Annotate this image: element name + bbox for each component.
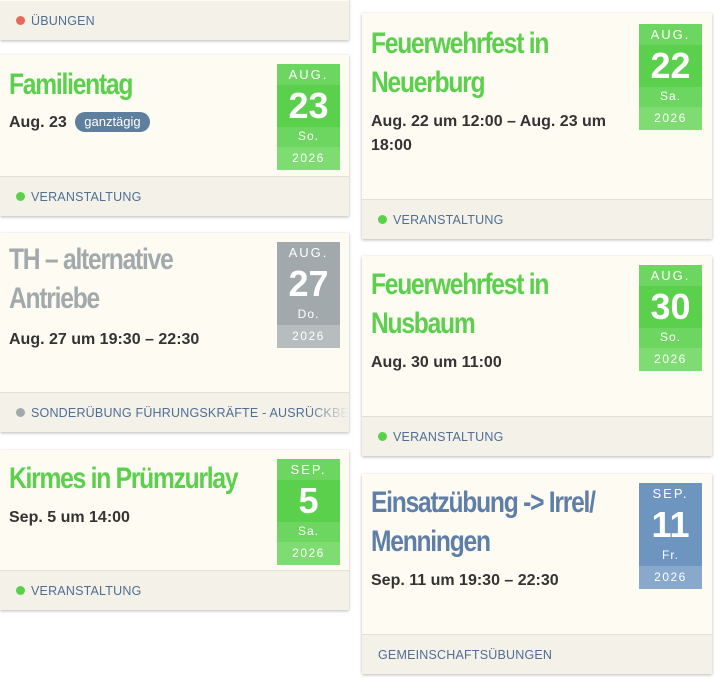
category-dot-icon — [16, 192, 25, 201]
event-title-line2: Antriebe — [9, 282, 100, 315]
category-link[interactable]: VERANSTALTUNG — [16, 584, 142, 598]
category-label: VERANSTALTUNG — [31, 584, 142, 598]
date-day: 5 — [277, 480, 340, 522]
event-title-line1: TH – alternative — [9, 243, 174, 276]
category-link[interactable]: VERANSTALTUNG — [378, 430, 504, 444]
card-footer: SONDERÜBUNG FÜHRUNGSKRÄFTE - AUSRÜCKBER — [0, 392, 349, 432]
date-year: 2026 — [639, 107, 702, 130]
event-date: Sep. 11 um 19:30 – 22:30 — [371, 572, 559, 589]
category-link[interactable]: SONDERÜBUNG FÜHRUNGSKRÄFTE - AUSRÜCKBER — [16, 406, 349, 420]
event-title[interactable]: TH – alternative Antriebe — [9, 240, 174, 318]
date-day: 11 — [639, 504, 702, 546]
event-date: Aug. 27 um 19:30 – 22:30 — [9, 331, 200, 348]
event-date-line1: Aug. 22 um 12:00 – Aug. 23 um — [371, 113, 607, 130]
date-weekday: Fr. — [639, 546, 702, 566]
event-title[interactable]: Feuerwehrfest in Nusbaum — [371, 265, 549, 343]
event-card-familientag[interactable]: Familientag Aug. 23 ganztägig AUG. 23 So… — [0, 55, 349, 216]
date-weekday: So. — [639, 328, 702, 348]
date-year: 2026 — [277, 542, 340, 565]
date-day: 23 — [277, 85, 340, 127]
card-footer: GEMEINSCHAFTSÜBUNGEN — [362, 634, 712, 674]
event-card-feuerwehrfest-neuerburg[interactable]: Feuerwehrfest in Neuerburg Aug. 22 um 12… — [362, 13, 712, 239]
event-title[interactable]: Kirmes in Prümzurlay — [9, 459, 239, 498]
category-link[interactable]: ÜBUNGEN — [16, 14, 95, 28]
event-title[interactable]: Einsatzübung -> Irrel/ Menningen — [371, 483, 596, 561]
category-dot-icon — [16, 586, 25, 595]
date-month: AUG. — [639, 265, 702, 286]
date-year: 2026 — [639, 566, 702, 589]
category-link[interactable]: VERANSTALTUNG — [378, 213, 504, 227]
category-label: SONDERÜBUNG FÜHRUNGSKRÄFTE - AUSRÜCKBER — [31, 406, 349, 420]
event-card-kirmes[interactable]: Kirmes in Prümzurlay Sep. 5 um 14:00 SEP… — [0, 450, 349, 610]
date-box: SEP. 11 Fr. 2026 — [639, 483, 702, 589]
category-label: VERANSTALTUNG — [31, 190, 142, 204]
card-footer: VERANSTALTUNG — [362, 416, 712, 456]
event-card-einsatzuebung[interactable]: Einsatzübung -> Irrel/ Menningen Sep. 11… — [362, 474, 712, 674]
card-footer: VERANSTALTUNG — [362, 199, 712, 239]
event-title-line1: Feuerwehrfest in — [371, 27, 549, 60]
date-box: AUG. 22 Sa. 2026 — [639, 24, 702, 130]
category-dot-icon — [16, 16, 25, 25]
event-date: Sep. 5 um 14:00 — [9, 509, 130, 526]
event-title[interactable]: Feuerwehrfest in Neuerburg — [371, 24, 549, 102]
all-day-badge: ganztägig — [75, 112, 150, 132]
date-year: 2026 — [277, 325, 340, 348]
category-label: VERANSTALTUNG — [393, 213, 504, 227]
event-card-th-alternative[interactable]: TH – alternative Antriebe Aug. 27 um 19:… — [0, 233, 349, 432]
date-day: 27 — [277, 263, 340, 305]
date-month: SEP. — [639, 483, 702, 504]
category-link[interactable]: VERANSTALTUNG — [16, 190, 142, 204]
category-label: ÜBUNGEN — [31, 14, 95, 28]
event-date-text: Aug. 23 ganztägig — [9, 111, 150, 135]
date-day: 22 — [639, 45, 702, 87]
category-link[interactable]: GEMEINSCHAFTSÜBUNGEN — [378, 648, 552, 662]
event-date-line2: 18:00 — [371, 137, 412, 154]
event-title-line1: Einsatzübung -> Irrel/ — [371, 486, 596, 519]
date-day: 30 — [639, 286, 702, 328]
event-title[interactable]: Familientag — [9, 65, 133, 104]
date-weekday: So. — [277, 127, 340, 147]
event-title-line2: Neuerburg — [371, 66, 486, 99]
date-month: SEP. — [277, 459, 340, 480]
event-date: Aug. 30 um 11:00 — [371, 354, 502, 371]
event-card-feuerwehrfest-nusbaum[interactable]: Feuerwehrfest in Nusbaum Aug. 30 um 11:0… — [362, 256, 712, 456]
date-box: AUG. 30 So. 2026 — [639, 265, 702, 371]
date-weekday: Do. — [277, 305, 340, 325]
event-card-uebungen-partial: ÜBUNGEN — [0, 0, 349, 40]
date-year: 2026 — [277, 147, 340, 170]
event-date: Aug. 23 — [9, 114, 67, 131]
date-month: AUG. — [277, 64, 340, 85]
event-date-text: Aug. 22 um 12:00 – Aug. 23 um 18:00 — [371, 110, 606, 158]
category-dot-icon — [16, 408, 25, 417]
card-footer: VERANSTALTUNG — [0, 176, 349, 216]
date-year: 2026 — [639, 348, 702, 371]
date-month: AUG. — [277, 242, 340, 263]
date-box: SEP. 5 Sa. 2026 — [277, 459, 340, 565]
category-dot-icon — [378, 432, 387, 441]
date-weekday: Sa. — [639, 87, 702, 107]
event-title-line2: Menningen — [371, 525, 491, 558]
card-footer: ÜBUNGEN — [0, 1, 349, 40]
event-title-line1: Feuerwehrfest in — [371, 268, 549, 301]
date-box: AUG. 23 So. 2026 — [277, 64, 340, 170]
category-dot-icon — [378, 215, 387, 224]
card-footer: VERANSTALTUNG — [0, 570, 349, 610]
text-fade-overlay — [309, 393, 349, 432]
category-label: VERANSTALTUNG — [393, 430, 504, 444]
event-title-line2: Nusbaum — [371, 307, 476, 340]
date-month: AUG. — [639, 24, 702, 45]
date-weekday: Sa. — [277, 522, 340, 542]
date-box: AUG. 27 Do. 2026 — [277, 242, 340, 348]
